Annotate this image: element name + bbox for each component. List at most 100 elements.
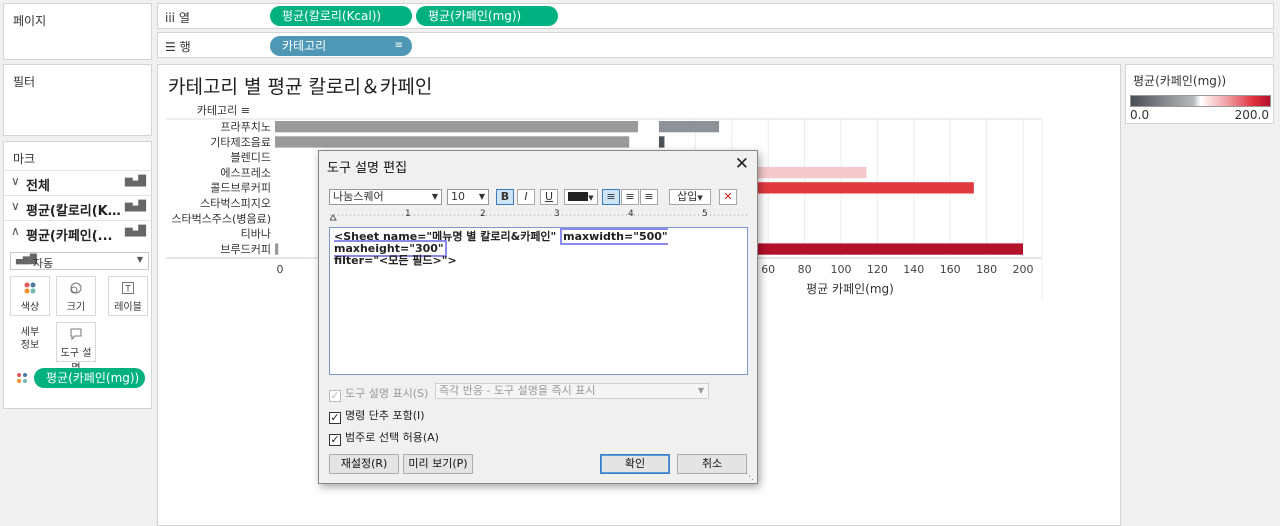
show-tooltip-checkbox[interactable]: ✓ 도구 설명 표시(S) [329,385,428,402]
include-commands-label: 명령 단추 포함(I) [345,409,425,422]
close-icon[interactable]: ✕ [735,154,749,174]
size-button[interactable]: 크기 [56,276,96,316]
ruler-mark: 1 [405,209,411,219]
marks-card-label: 전체 [26,179,50,194]
ruler-ticks [329,214,748,221]
marks-card-calorie[interactable]: ∨ 평균(칼로리(K... ▆▄█ [4,195,151,219]
caffeine-tick-label: 80 [798,263,812,276]
bold-button[interactable]: B [496,189,514,205]
sort-icon: ≡ [394,40,403,51]
insert-button[interactable]: 삽입▼ [669,189,711,205]
detail-button[interactable]: 세부정보 [10,322,50,362]
pages-label: 페이지 [13,14,47,28]
ruler-mark: 4 [628,209,634,219]
detail-button-label: 세부정보 [10,326,50,352]
caret-down-icon: ▼ [697,386,704,395]
align-right-button[interactable]: ≡ [640,189,658,205]
caffeine-tick-label: 120 [867,263,888,276]
marks-card: 마크 ∨ 전체 ▆▄█ ∨ 평균(칼로리(K... ▆▄█ ∧ 평균(카페인(.… [3,141,152,409]
marks-card-caffeine[interactable]: ∧ 평균(카페인(... ▆▄█ [4,220,151,244]
column-pill-caffeine[interactable]: 평균(카페인(mg)) [416,6,558,26]
calorie-bar [275,243,279,255]
caffeine-tick-label: 200 [1013,263,1034,276]
category-label: 스타벅스주스(병음료) [171,212,271,225]
category-label: 브루드커피 [220,243,271,256]
text-color-swatch [568,192,589,201]
chevron-down-icon: ∨ [11,199,20,213]
text-color-button[interactable]: ▼ [564,189,598,205]
row-pill-category[interactable]: 카테고리 ≡ [270,36,412,56]
row-header: 카테고리 ≡ [197,104,250,117]
bar-chart-icon: ▆▄█ [124,226,146,237]
columns-shelf[interactable]: iii 열 평균(칼로리(Kcal)) 평균(카페인(mg)) [157,3,1274,29]
size-select[interactable]: 10 ▼ [447,189,489,205]
dialog-title: 도구 설명 편집 [327,161,408,176]
category-label: 스타벅스피지오 [200,197,271,210]
font-value: 나눔스퀘어 [333,190,384,203]
category-label: 프라푸치노 [220,121,271,134]
color-field-pill[interactable]: 평균(카페인(mg)) [34,368,145,388]
ok-button[interactable]: 확인 [600,454,670,474]
font-select[interactable]: 나눔스퀘어 ▼ [329,189,442,205]
color-dots-icon [11,281,49,295]
column-pill-calorie[interactable]: 평균(칼로리(Kcal)) [270,6,412,26]
mark-type-select[interactable]: ▄▆█ 자동 ▼ [10,252,149,270]
reset-button[interactable]: 재설정(R) [329,454,399,474]
caffeine-bar [659,136,665,148]
resize-grip-icon[interactable]: ⋱ [745,472,754,482]
legend-title: 평균(카페인(mg)) [1133,74,1227,88]
columns-shelf-label: iii 열 [165,11,190,25]
include-commands-checkbox[interactable]: ✓ 명령 단추 포함(I) [329,407,425,424]
bar-chart-icon: ▆▄█ [124,176,146,187]
legend-gradient [1130,95,1271,107]
italic-button[interactable]: I [517,189,535,205]
caffeine-tick-label: 60 [761,263,775,276]
caret-down-icon: ▼ [478,192,485,201]
marks-card-all[interactable]: ∨ 전체 ▆▄█ [4,170,151,194]
tooltip-text-editor[interactable]: <Sheet name="메뉴명 별 칼로리&카페인" maxwidth="50… [329,227,748,375]
caret-down-icon: ▼ [136,255,143,264]
size-value: 10 [451,190,465,203]
mark-type-value: 자동 [33,257,54,270]
align-center-button[interactable]: ≡ [621,189,639,205]
tooltip-mode-select[interactable]: 즉각 반응 - 도구 설명을 즉시 표시 ▼ [435,383,709,399]
category-label: 티바나 [241,228,271,241]
checkmark-icon: ✓ [329,411,341,424]
calorie-bar [275,136,630,148]
marks-label: 마크 [13,152,36,166]
detail-label-line2: 정보 [20,340,40,351]
color-button[interactable]: 색상 [10,276,50,316]
edit-tooltip-dialog: 도구 설명 편집 ✕ 나눔스퀘어 ▼ 10 ▼ B I U ▼ ≡ ≡ ≡ 삽입… [318,150,758,484]
filters-card[interactable]: 필터 [3,64,152,136]
chevron-up-icon: ∧ [11,224,20,238]
clear-format-button[interactable]: ✕ [719,189,737,205]
tooltip-mode-value: 즉각 반응 - 도구 설명을 즉시 표시 [439,384,596,397]
caret-down-icon: ▼ [697,194,703,202]
category-label: 기타제조음료 [210,136,271,149]
x-axis-label: 평균 카페인(mg) [806,282,894,296]
category-label: 에스프레소 [220,166,271,179]
pages-card[interactable]: 페이지 [3,3,152,60]
underline-button[interactable]: U [540,189,558,205]
row-pill-label: 카테고리 [282,39,327,53]
filters-label: 필터 [13,75,36,89]
preview-button[interactable]: 미리 보기(P) [403,454,473,474]
legend-max: 200.0 [1234,108,1269,122]
allow-select-checkbox[interactable]: ✓ 범주로 선택 허용(A) [329,429,439,446]
ruler-mark: 3 [554,209,560,219]
show-tooltip-label: 도구 설명 표시(S) [345,387,429,400]
rows-shelf[interactable]: ☰ 행 카테고리 ≡ [157,32,1274,58]
align-left-button[interactable]: ≡ [602,189,620,205]
rows-label: 행 [179,40,191,54]
tooltip-button[interactable]: 도구 설명 [56,322,96,374]
svg-text:T: T [124,285,131,295]
size-icon [57,281,95,295]
color-legend[interactable]: 평균(카페인(mg)) 0.0 200.0 [1125,64,1274,124]
editor-text-line2: filter="<모든 필드>"> [334,254,457,267]
detail-label-line1: 세부 [20,327,40,338]
checkmark-icon: ✓ [329,389,341,402]
caret-down-icon: ▼ [588,194,594,202]
caffeine-tick-label: 160 [940,263,961,276]
cancel-button[interactable]: 취소 [677,454,747,474]
label-button[interactable]: T 레이블 [108,276,148,316]
